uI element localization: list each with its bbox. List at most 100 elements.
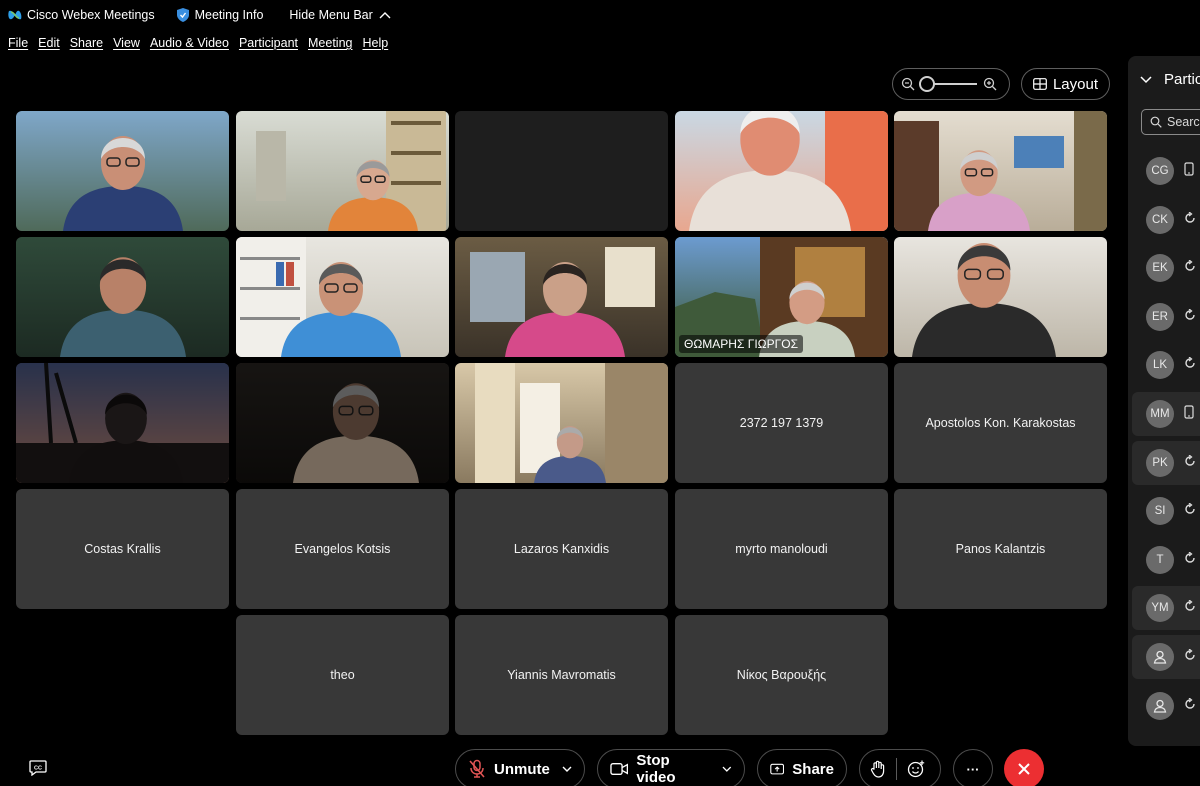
- menu-bar: File Edit Share View Audio & Video Parti…: [0, 30, 390, 56]
- share-button[interactable]: Share: [757, 749, 847, 786]
- shield-icon: [176, 8, 189, 22]
- video-tile[interactable]: [16, 237, 229, 357]
- participant-name-tile[interactable]: Νίκος Βαρουξής: [675, 615, 888, 735]
- zoom-out-icon[interactable]: [901, 77, 915, 91]
- menu-file[interactable]: File: [8, 36, 28, 50]
- participant-name-tile[interactable]: myrto manoloudi: [675, 489, 888, 609]
- participant-list-item[interactable]: [1132, 684, 1200, 728]
- phone-icon: [1184, 161, 1194, 176]
- emoji-reaction-icon[interactable]: [907, 760, 925, 778]
- video-tile[interactable]: [16, 111, 229, 231]
- audio-status-icon: [1184, 648, 1196, 666]
- participant-list-item[interactable]: PK: [1132, 441, 1200, 485]
- participant-video-feed: [894, 237, 1107, 357]
- zoom-in-icon[interactable]: [983, 77, 997, 91]
- menu-edit[interactable]: Edit: [38, 36, 60, 50]
- participant-name-tile[interactable]: Evangelos Kotsis: [236, 489, 449, 609]
- menu-audio-video[interactable]: Audio & Video: [150, 36, 229, 50]
- chevron-down-icon[interactable]: [722, 766, 732, 772]
- zoom-slider-control[interactable]: [892, 68, 1010, 100]
- participant-video-feed: [236, 363, 449, 483]
- participant-list-item[interactable]: LK: [1132, 343, 1200, 387]
- participant-search-input[interactable]: Searc: [1141, 109, 1200, 135]
- device-status-icon: [1184, 404, 1194, 424]
- video-tile[interactable]: [236, 111, 449, 231]
- search-icon: [1150, 116, 1162, 128]
- connecting-icon: [1185, 502, 1195, 514]
- closed-captions-icon[interactable]: CC: [29, 760, 47, 776]
- share-label: Share: [792, 760, 834, 778]
- chevron-down-icon[interactable]: [562, 766, 572, 772]
- participant-list-item[interactable]: T: [1132, 538, 1200, 582]
- participant-list-item[interactable]: EK: [1132, 246, 1200, 290]
- video-tile[interactable]: [455, 237, 668, 357]
- app-name: Cisco Webex Meetings: [27, 8, 155, 22]
- avatar: [1146, 643, 1174, 671]
- participant-name-tile[interactable]: Yiannis Mavromatis: [455, 615, 668, 735]
- participants-title: Partic: [1164, 71, 1200, 88]
- menu-share[interactable]: Share: [70, 36, 103, 50]
- participant-video-feed: [455, 237, 668, 357]
- layout-label: Layout: [1052, 75, 1099, 93]
- participant-list-item[interactable]: [1132, 635, 1200, 679]
- raise-hand-icon[interactable]: [870, 760, 886, 778]
- video-tile[interactable]: [236, 363, 449, 483]
- participant-name: Costas Krallis: [84, 542, 161, 556]
- zoom-slider[interactable]: [919, 76, 977, 92]
- unmute-button[interactable]: Unmute: [455, 749, 585, 786]
- meeting-info-button[interactable]: Meeting Info: [176, 8, 263, 22]
- participant-name-tile[interactable]: Apostolos Kon. Karakostas: [894, 363, 1107, 483]
- participant-list-item[interactable]: YM: [1132, 586, 1200, 630]
- participant-list-item[interactable]: SI: [1132, 489, 1200, 533]
- webex-logo-icon: [8, 10, 22, 20]
- participant-name-tile[interactable]: 2372 197 1379: [675, 363, 888, 483]
- participant-list-item[interactable]: MM: [1132, 392, 1200, 436]
- video-tile[interactable]: [16, 363, 229, 483]
- avatar: MM: [1146, 400, 1174, 428]
- stop-video-label: Stop video: [636, 752, 676, 786]
- video-tile[interactable]: [675, 111, 888, 231]
- menu-view[interactable]: View: [113, 36, 140, 50]
- leave-meeting-button[interactable]: [1004, 749, 1044, 786]
- person-icon: [1153, 699, 1167, 713]
- participant-name-tile[interactable]: Lazaros Kanxidis: [455, 489, 668, 609]
- svg-text:CC: CC: [34, 765, 42, 771]
- zoom-slider-thumb[interactable]: [919, 76, 935, 92]
- avatar: T: [1146, 546, 1174, 574]
- connecting-icon: [1185, 211, 1195, 223]
- layout-grid-icon: [1033, 78, 1047, 90]
- video-tile[interactable]: [894, 237, 1107, 357]
- chevron-up-icon: [379, 12, 391, 19]
- participant-list-item[interactable]: CG: [1132, 149, 1200, 193]
- participant-name: Νίκος Βαρουξής: [736, 668, 827, 682]
- hide-menu-bar-button[interactable]: Hide Menu Bar: [289, 8, 391, 22]
- stop-video-button[interactable]: Stop video: [597, 749, 745, 786]
- video-tile[interactable]: [894, 111, 1107, 231]
- avatar: [1146, 692, 1174, 720]
- video-tile[interactable]: [236, 237, 449, 357]
- participant-video-feed: [455, 363, 668, 483]
- participant-video-feed: [236, 237, 449, 357]
- participant-name-tile[interactable]: Costas Krallis: [16, 489, 229, 609]
- video-grid: ΘΩΜΑΡΗΣ ΓΙΩΡΓΟΣ 2372 197 1379 Apostolos …: [16, 111, 1110, 737]
- menu-participant[interactable]: Participant: [239, 36, 298, 50]
- avatar: EK: [1146, 254, 1174, 282]
- menu-meeting[interactable]: Meeting: [308, 36, 352, 50]
- participant-list-item[interactable]: CK: [1132, 198, 1200, 242]
- empty-video-tile[interactable]: [455, 111, 668, 231]
- audio-status-icon: [1184, 551, 1196, 569]
- chevron-down-icon[interactable]: [1140, 75, 1152, 84]
- participant-name: theo: [330, 668, 355, 682]
- video-tile[interactable]: [455, 363, 668, 483]
- participant-name-tile[interactable]: theo: [236, 615, 449, 735]
- layout-button[interactable]: Layout: [1021, 68, 1110, 100]
- video-tile[interactable]: ΘΩΜΑΡΗΣ ΓΙΩΡΓΟΣ: [675, 237, 888, 357]
- participant-list-item[interactable]: ER: [1132, 295, 1200, 339]
- video-camera-icon: [610, 763, 629, 775]
- participants-header[interactable]: Partic: [1140, 71, 1200, 88]
- participants-panel: Partic Searc CG CK EK ER LK MM PK SI T YM: [1128, 56, 1200, 746]
- participant-name-tile[interactable]: Panos Kalantzis: [894, 489, 1107, 609]
- menu-help[interactable]: Help: [362, 36, 388, 50]
- phone-icon: [1184, 404, 1194, 419]
- more-options-button[interactable]: ···: [953, 749, 993, 786]
